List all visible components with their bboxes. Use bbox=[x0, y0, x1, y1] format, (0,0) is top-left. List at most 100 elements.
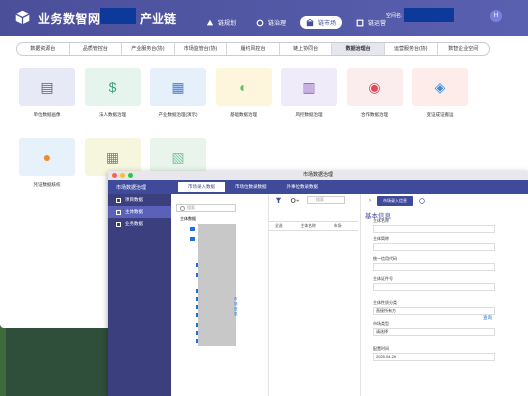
tab-external-unit[interactable]: 外事位数录数据 bbox=[277, 182, 329, 192]
sidebar-item-label: 业务数据 bbox=[125, 221, 143, 226]
tree-search-input[interactable]: 搜索 bbox=[176, 204, 236, 212]
brand-title: 业务数智网- bbox=[38, 12, 105, 26]
main-nav: 链规划 链治理 链市场 链运营 bbox=[200, 16, 392, 29]
sidebar-item-business[interactable]: 业务数据 bbox=[108, 218, 171, 230]
app-tile[interactable]: ◉ 合作数据治理 bbox=[342, 68, 408, 118]
tab-data-governance[interactable]: 数据治理台 bbox=[332, 43, 385, 55]
market-governance-window: 市场数据治理 市场数据治理 市场录入数据 市场位数录数据 外事位数录数据 项目数… bbox=[108, 171, 528, 396]
subject-tree: 搜索 主体数据 市场信息 bbox=[176, 204, 240, 394]
field-label: 配置时间 bbox=[373, 346, 389, 351]
nav-market[interactable]: 链市场 bbox=[300, 16, 343, 29]
data-grid: 搜索 全选 主体名称 市场 bbox=[268, 194, 358, 396]
app-tile[interactable]: ● 凭证数据核校 bbox=[14, 138, 80, 188]
tab-chain-collab[interactable]: 链上协同台 bbox=[280, 43, 333, 55]
field-input[interactable]: 直接所有方 bbox=[373, 307, 495, 315]
app-tile[interactable]: ▤ 单位数据画像 bbox=[14, 68, 80, 118]
app-icon: ▦ bbox=[105, 148, 120, 165]
field-label: 主体名称 bbox=[373, 218, 389, 223]
top-bar: 业务数智网- 产业链 链规划 链治理 链市场 链运营 空间名: H bbox=[0, 0, 528, 36]
avatar[interactable]: H bbox=[490, 10, 502, 22]
tab-risk-control[interactable]: 履约风控台 bbox=[227, 43, 280, 55]
operation-icon bbox=[356, 19, 364, 26]
brand-subtitle: 产业链 bbox=[140, 12, 177, 26]
folder-icon[interactable] bbox=[190, 237, 195, 241]
app-tile-icon-box: ◉ bbox=[346, 68, 403, 106]
cube-logo-icon bbox=[15, 10, 30, 25]
app-tile-icon-box: ◐ bbox=[215, 68, 272, 106]
field-input[interactable]: 2025.04.29 bbox=[373, 353, 495, 361]
redacted-block bbox=[198, 224, 236, 346]
app-tile-icon-box: ▤ bbox=[19, 68, 75, 106]
column-header: 主体名称 bbox=[300, 224, 316, 228]
sidebar-item-subject[interactable]: 主体数据 bbox=[108, 206, 171, 218]
tree-link[interactable]: 市场信息 bbox=[234, 297, 240, 317]
field-input[interactable] bbox=[373, 263, 495, 271]
app-tile-label: 风控数据治理 bbox=[295, 112, 323, 117]
maximize-icon[interactable] bbox=[128, 173, 133, 178]
app-tile-label: 单位数据画像 bbox=[33, 112, 61, 117]
field-label: 统一信用代码 bbox=[373, 256, 397, 261]
sidebar-item-project[interactable]: 项目数据 bbox=[108, 194, 171, 206]
info-icon bbox=[419, 198, 425, 204]
folder-icon[interactable] bbox=[190, 227, 195, 231]
space-selector[interactable] bbox=[404, 8, 454, 22]
app-tile-icon-box: ◈ bbox=[412, 68, 468, 106]
app-tile-label: 基础数据治理 bbox=[230, 112, 257, 117]
close-icon[interactable] bbox=[112, 173, 117, 178]
column-header[interactable]: 全选 bbox=[275, 224, 283, 229]
tab-market-unit[interactable]: 市场位数录数据 bbox=[225, 182, 277, 192]
tab-operation-service[interactable]: 运营服务台(协) bbox=[385, 43, 438, 55]
nav-governance-label: 链治理 bbox=[268, 21, 287, 27]
nav-market-label: 链市场 bbox=[318, 21, 337, 27]
nav-governance[interactable]: 链治理 bbox=[250, 16, 292, 29]
app-tile-icon-box: $ bbox=[84, 68, 141, 106]
app-icon: ◐ bbox=[239, 79, 248, 95]
tab-enterprise-space[interactable]: 数智企业空间 bbox=[438, 43, 490, 55]
folder-icon bbox=[116, 209, 121, 215]
app-tile-icon-box: ▦ bbox=[150, 68, 206, 106]
nav-operation-label: 链运营 bbox=[368, 21, 387, 27]
app-icon: ▤ bbox=[40, 78, 54, 95]
app-tile-label: 法人数据治理 bbox=[99, 112, 126, 117]
app-tile[interactable]: $ 法人数据治理 bbox=[80, 68, 146, 118]
app-tile-label: 产业数据治理(演示) bbox=[158, 112, 198, 117]
nav-plan[interactable]: 链规划 bbox=[200, 16, 242, 29]
field-input[interactable] bbox=[373, 225, 495, 233]
app-tile[interactable]: ▥ 风控数据治理 bbox=[276, 68, 342, 118]
app-tile-label: 合作数据治理 bbox=[361, 112, 388, 117]
filter-icon[interactable] bbox=[275, 197, 282, 204]
app-tile[interactable]: ▦ 产业数据治理(演示) bbox=[145, 68, 211, 118]
tab-market-supervision[interactable]: 市场监管台(协) bbox=[175, 43, 228, 55]
settings-icon[interactable] bbox=[290, 197, 299, 204]
form-toolbar: › 市场录入信息 bbox=[361, 194, 528, 208]
app-tile[interactable]: ◈ 变证成证搬运 bbox=[407, 68, 473, 118]
desktop-background bbox=[0, 326, 6, 396]
column-header: 市场 bbox=[333, 224, 342, 228]
app-icon: ◈ bbox=[434, 78, 446, 95]
query-button[interactable]: 查询 bbox=[483, 315, 492, 321]
folder-icon bbox=[116, 221, 121, 227]
tab-data-resource[interactable]: 数据资源台 bbox=[17, 43, 70, 55]
window-titlebar: 市场数据治理 bbox=[108, 171, 528, 180]
grid-search-input[interactable]: 搜索 bbox=[307, 196, 345, 204]
market-entry-button[interactable]: 市场录入信息 bbox=[377, 196, 413, 206]
tab-quality[interactable]: 品质管控台 bbox=[70, 43, 123, 55]
tab-market-entry[interactable]: 市场录入数据 bbox=[178, 182, 225, 192]
field-input[interactable]: 请选择 bbox=[373, 328, 495, 336]
sidebar-item-label: 项目数据 bbox=[125, 197, 143, 202]
field-input[interactable] bbox=[373, 283, 495, 291]
tab-industry-service[interactable]: 产业服务台(协) bbox=[122, 43, 175, 55]
tree-root[interactable]: 主体数据 bbox=[176, 216, 240, 222]
market-icon bbox=[306, 18, 314, 26]
minimize-icon[interactable] bbox=[120, 173, 125, 178]
chevron-right-icon[interactable]: › bbox=[369, 198, 371, 204]
detail-form: › 市场录入信息 基本信息 主体名称 主体简称 统一信用代码 主体证件号 主体性质分类直… bbox=[360, 194, 528, 396]
nav-plan-label: 链规划 bbox=[218, 21, 237, 27]
app-tile-label: 变证成证搬运 bbox=[426, 112, 454, 117]
field-label: 主体证件号 bbox=[373, 276, 393, 281]
field-label: 市场类型 bbox=[373, 321, 389, 326]
field-input[interactable] bbox=[373, 243, 495, 251]
app-icon: ▦ bbox=[171, 78, 185, 95]
app-tile-icon-box: ▥ bbox=[281, 68, 337, 106]
app-tile[interactable]: ◐ 基础数据治理 bbox=[211, 68, 277, 118]
